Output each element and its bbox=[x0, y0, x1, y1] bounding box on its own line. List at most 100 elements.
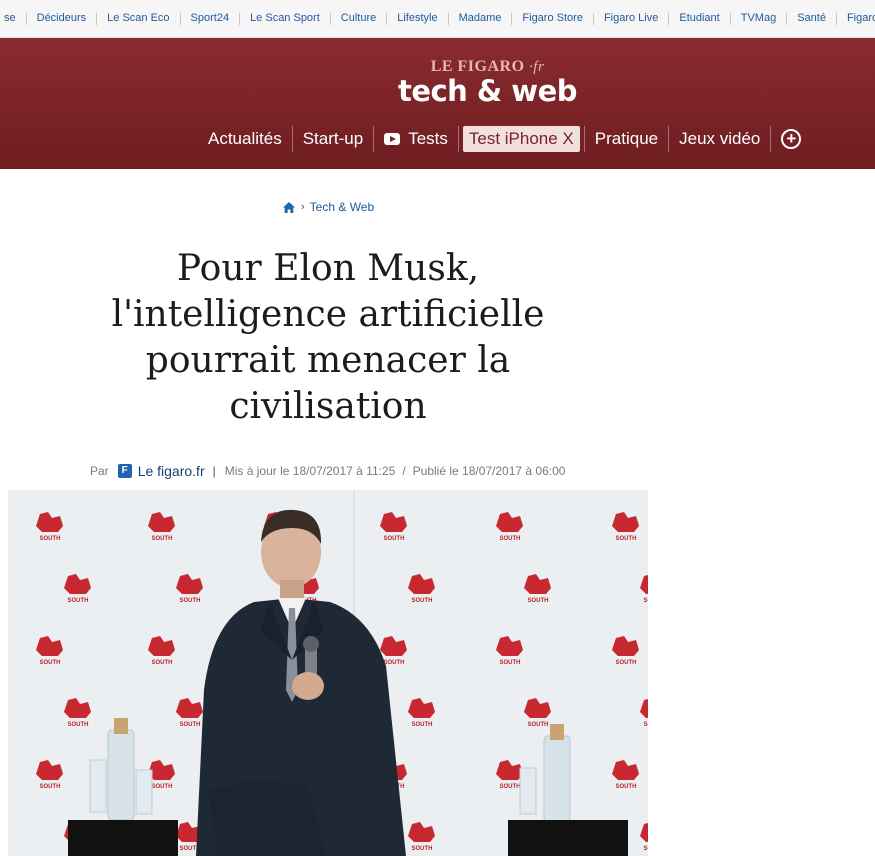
nav-item-test-iphone-x[interactable]: Test iPhone X bbox=[462, 126, 580, 152]
nav-label: Jeux vidéo bbox=[679, 129, 761, 148]
south-logo-text: SOUTH bbox=[152, 784, 173, 790]
site-header: LE FIGARO ·fr tech & web Actualités Star… bbox=[0, 38, 875, 169]
published-date: Publié le 18/07/2017 à 06:00 bbox=[412, 464, 566, 478]
south-logo-text: SOUTH bbox=[384, 660, 405, 666]
south-logo: SOUTH bbox=[36, 760, 63, 790]
south-logo-text: SOUTH bbox=[180, 722, 201, 728]
photo-illustration: SOUTH SOUTH SOUTH SOUTH SOUTH SOUTH SOUTH SOUTH… bbox=[8, 490, 648, 856]
south-logo: SOUTH bbox=[524, 574, 551, 604]
south-logo-text: SOUTH bbox=[412, 598, 433, 604]
south-logo-text: SOUTH bbox=[528, 722, 549, 728]
south-logo: SOUTH bbox=[612, 636, 639, 666]
south-logo: SOUTH bbox=[36, 636, 63, 666]
nav-item-start-up[interactable]: Start-up bbox=[293, 126, 373, 152]
south-logo-text: SOUTH bbox=[644, 846, 649, 852]
south-logo: SOUTH bbox=[64, 574, 91, 604]
nav-label: Actualités bbox=[208, 129, 282, 148]
south-logo-text: SOUTH bbox=[152, 536, 173, 542]
south-logo: SOUTH bbox=[408, 698, 435, 728]
south-logo-text: SOUTH bbox=[616, 660, 637, 666]
top-link[interactable]: Figarochic.cn bbox=[837, 12, 875, 25]
south-logo-text: SOUTH bbox=[616, 784, 637, 790]
south-logo-text: SOUTH bbox=[40, 660, 61, 666]
top-link[interactable]: Santé bbox=[787, 12, 836, 25]
top-link[interactable]: Décideurs bbox=[27, 12, 97, 25]
author-link[interactable]: Le figaro.fr bbox=[138, 463, 205, 479]
south-logo-text: SOUTH bbox=[68, 722, 89, 728]
south-logo-text: SOUTH bbox=[384, 536, 405, 542]
nav-item-tests[interactable]: Tests bbox=[374, 126, 458, 152]
south-logo-text: SOUTH bbox=[40, 536, 61, 542]
article-title: Pour Elon Musk, l'intelligence artificie… bbox=[111, 248, 545, 427]
breadcrumb-section-link[interactable]: Tech & Web bbox=[310, 200, 374, 214]
south-logo: SOUTH bbox=[380, 512, 407, 542]
south-logo: SOUTH bbox=[612, 512, 639, 542]
top-link[interactable]: Madame bbox=[449, 12, 512, 25]
top-link[interactable]: Lifestyle bbox=[387, 12, 447, 25]
home-icon[interactable] bbox=[283, 201, 295, 213]
south-logo-text: SOUTH bbox=[528, 598, 549, 604]
figaro-f-icon: F bbox=[117, 464, 132, 478]
south-logo-text: SOUTH bbox=[500, 536, 521, 542]
top-link[interactable]: TVMag bbox=[731, 12, 786, 25]
south-logo: SOUTH bbox=[408, 822, 435, 852]
nav-label: Pratique bbox=[594, 129, 659, 148]
chevron-right-icon: › bbox=[301, 201, 305, 213]
top-link[interactable]: Figaro Store bbox=[512, 12, 593, 25]
nav-label: Test iPhone X bbox=[468, 129, 574, 148]
south-logo: SOUTH bbox=[176, 698, 203, 728]
brand-le-figaro-text: LE FIGARO bbox=[430, 58, 525, 75]
network-links-list: se Décideurs Le Scan Eco Sport24 Le Scan Spo… bbox=[0, 12, 875, 25]
south-logo-text: SOUTH bbox=[644, 598, 649, 604]
breadcrumb: › Tech & Web bbox=[283, 200, 374, 214]
nav-item-actualites[interactable]: Actualités bbox=[198, 126, 292, 152]
south-logo-text: SOUTH bbox=[68, 598, 89, 604]
nav-divider bbox=[457, 126, 459, 152]
south-logo: SOUTH bbox=[496, 636, 523, 666]
network-links-bar: se Décideurs Le Scan Eco Sport24 Le Scan Spo… bbox=[0, 0, 875, 38]
south-logo: SOUTH bbox=[612, 760, 639, 790]
byline-prefix: Par bbox=[90, 464, 109, 478]
south-logo: SOUTH bbox=[496, 512, 523, 542]
meta-slash: / bbox=[402, 464, 406, 478]
section-brand-name: tech & web bbox=[397, 74, 578, 108]
top-link[interactable]: Le Scan Sport bbox=[240, 12, 330, 25]
nav-item-jeux-video[interactable]: Jeux vidéo bbox=[669, 126, 770, 152]
article-meta: Par F Le figaro.fr | Mis à jour le 18/07… bbox=[90, 463, 565, 479]
south-logo: SOUTH bbox=[64, 698, 91, 728]
more-sections-plus-icon[interactable]: + bbox=[781, 129, 802, 149]
south-logo: SOUTH bbox=[36, 512, 63, 542]
south-logo-text: SOUTH bbox=[500, 784, 521, 790]
south-logo-text: SOUTH bbox=[616, 536, 637, 542]
south-logo-text: SOUTH bbox=[412, 846, 433, 852]
updated-date: Mis à jour le 18/07/2017 à 11:25 bbox=[224, 464, 396, 478]
meta-divider: | bbox=[212, 464, 216, 478]
nav-divider bbox=[770, 126, 772, 152]
nav-item-pratique[interactable]: Pratique bbox=[585, 126, 668, 152]
top-link[interactable]: Culture bbox=[331, 12, 386, 25]
nav-label: Tests bbox=[408, 129, 448, 148]
nav-label: Start-up bbox=[302, 129, 364, 148]
brand-fr-text: ·fr bbox=[529, 59, 545, 75]
top-link[interactable]: Sport24 bbox=[181, 12, 240, 25]
south-logo: SOUTH bbox=[148, 512, 175, 542]
video-play-icon bbox=[384, 133, 401, 145]
south-logo-text: SOUTH bbox=[152, 660, 173, 666]
south-logo-text: SOUTH bbox=[644, 722, 649, 728]
south-logo: SOUTH bbox=[408, 574, 435, 604]
south-logo: SOUTH bbox=[524, 698, 551, 728]
south-logo: SOUTH bbox=[148, 636, 175, 666]
south-logo-text: SOUTH bbox=[180, 598, 201, 604]
south-logo-text: SOUTH bbox=[40, 784, 61, 790]
south-logo-text: SOUTH bbox=[500, 660, 521, 666]
top-link[interactable]: Figaro Live bbox=[594, 12, 668, 25]
article-photo[interactable]: SOUTH SOUTH SOUTH SOUTH SOUTH SOUTH SOUTH SOUTH… bbox=[8, 490, 648, 856]
top-link[interactable]: se bbox=[0, 12, 26, 25]
south-logo: SOUTH bbox=[496, 760, 523, 790]
brand-logo[interactable]: LE FIGARO ·fr tech & web bbox=[0, 58, 875, 108]
south-logo: SOUTH bbox=[176, 574, 203, 604]
south-logo-text: SOUTH bbox=[412, 722, 433, 728]
top-link[interactable]: Le Scan Eco bbox=[97, 12, 179, 25]
section-nav: Actualités Start-up Tests Test iPhone X … bbox=[198, 124, 802, 154]
top-link[interactable]: Etudiant bbox=[669, 12, 729, 25]
